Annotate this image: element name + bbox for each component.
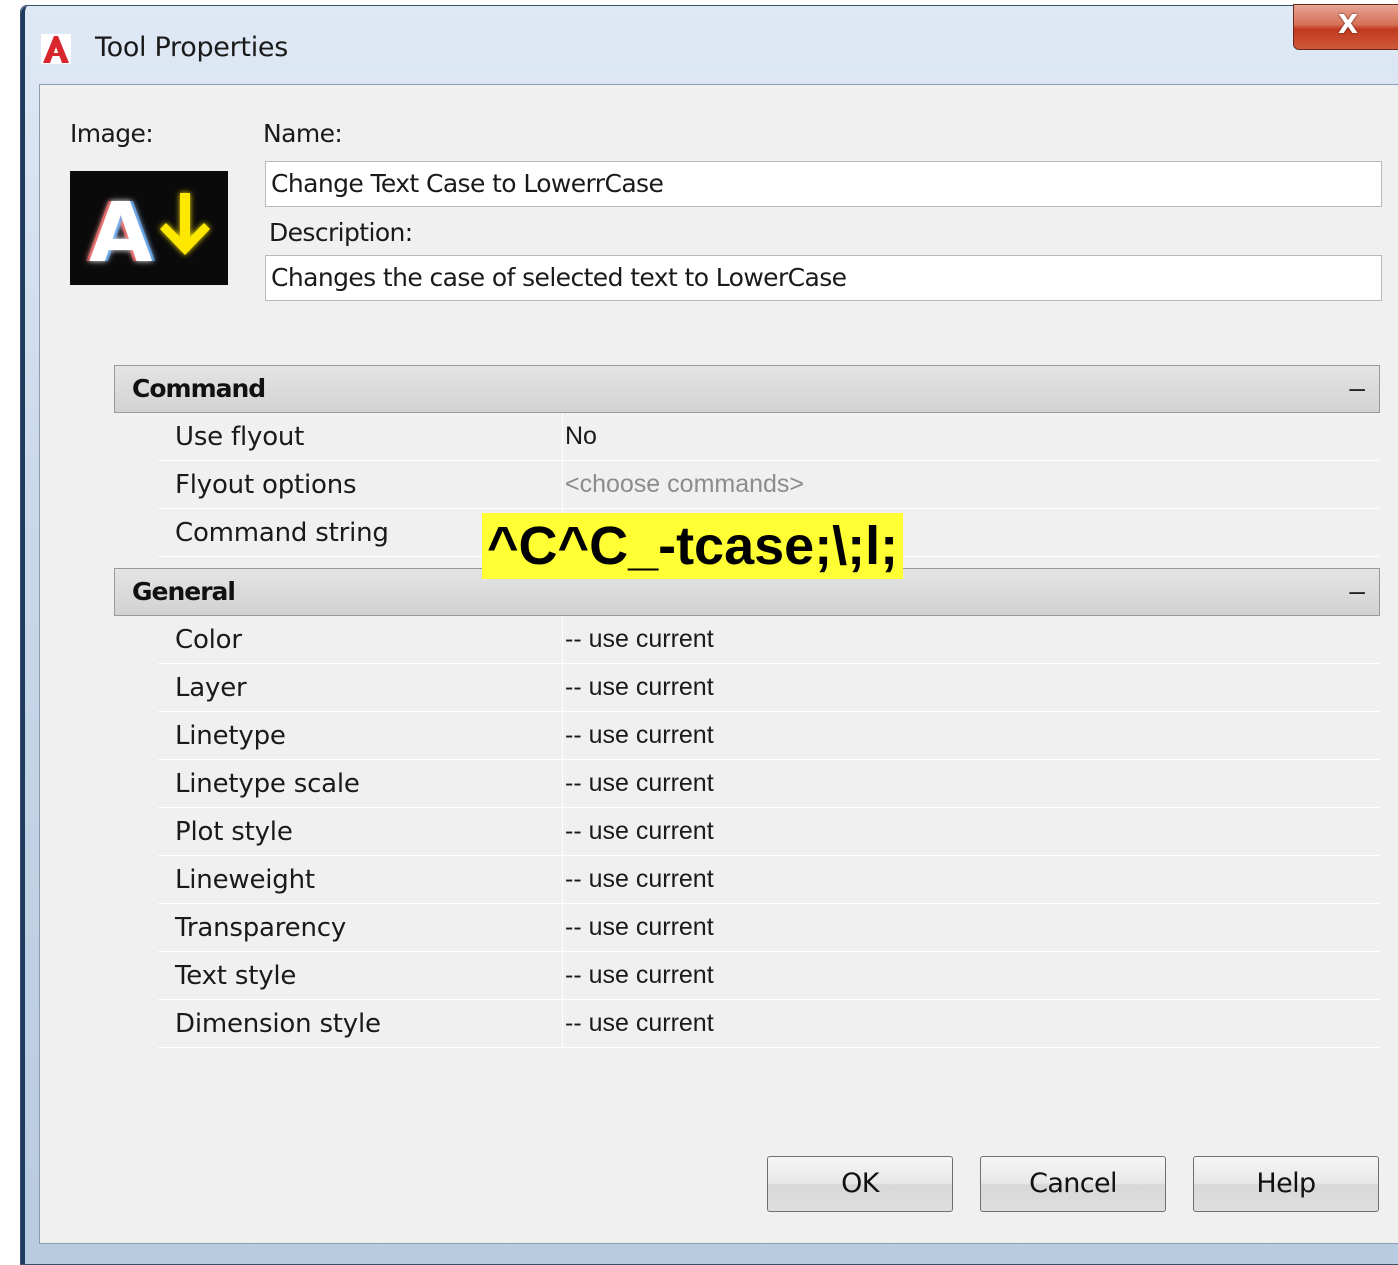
property-value[interactable]: -- use current [565, 808, 714, 856]
dialog-body: Image: Name: A A A Change Text Case to L… [39, 84, 1398, 1244]
window-title: Tool Properties [95, 32, 288, 63]
property-value[interactable]: -- use current [565, 664, 714, 712]
property-value[interactable]: -- use current [565, 760, 714, 808]
property-row[interactable]: Plot style -- use current [158, 808, 1380, 856]
ok-button[interactable]: OK [767, 1156, 953, 1212]
property-value[interactable]: -- use current [565, 904, 714, 952]
property-row[interactable]: Flyout options <choose commands> [158, 461, 1380, 509]
section-command-header[interactable]: Command – [114, 365, 1380, 413]
description-label: Description: [269, 218, 413, 247]
property-name: Text style [158, 952, 563, 1000]
property-name: Transparency [158, 904, 563, 952]
command-string-callout: ^C^C_-tcase;\;l; [482, 513, 904, 579]
cancel-button[interactable]: Cancel [980, 1156, 1166, 1212]
property-value[interactable]: -- use current [565, 616, 714, 664]
property-value[interactable]: -- use current [565, 952, 714, 1000]
text-case-down-icon: A A A [86, 186, 210, 281]
collapse-icon[interactable]: – [1349, 372, 1365, 404]
property-row[interactable]: Lineweight -- use current [158, 856, 1380, 904]
property-row[interactable]: Linetype scale -- use current [158, 760, 1380, 808]
title-bar[interactable]: Tool Properties X [21, 4, 1398, 84]
property-value[interactable]: -- use current [565, 1000, 714, 1048]
property-name: Plot style [158, 808, 563, 856]
property-row[interactable]: Layer -- use current [158, 664, 1380, 712]
description-field[interactable]: Changes the case of selected text to Low… [265, 255, 1382, 301]
property-name: Dimension style [158, 1000, 563, 1048]
dialog-window: Tool Properties X Image: Name: A A A Cha… [20, 4, 1398, 1265]
name-field[interactable]: Change Text Case to LowerrCase [265, 161, 1382, 207]
property-name: Color [158, 616, 563, 664]
property-value[interactable]: -- use current [565, 856, 714, 904]
property-row[interactable]: Transparency -- use current [158, 904, 1380, 952]
property-name: Linetype [158, 712, 563, 760]
help-button[interactable]: Help [1193, 1156, 1379, 1212]
property-value[interactable]: No [565, 413, 597, 461]
image-label: Image: [70, 119, 154, 148]
property-name: Layer [158, 664, 563, 712]
name-label: Name: [263, 119, 343, 148]
property-row[interactable]: Color -- use current [158, 616, 1380, 664]
property-row[interactable]: Text style -- use current [158, 952, 1380, 1000]
close-button[interactable]: X [1293, 4, 1398, 50]
property-name: Linetype scale [158, 760, 563, 808]
property-name: Lineweight [158, 856, 563, 904]
property-value[interactable]: <choose commands> [565, 461, 804, 509]
section-title: Command [132, 374, 266, 403]
section-title: General [132, 577, 236, 606]
property-row[interactable]: Linetype -- use current [158, 712, 1380, 760]
property-row[interactable]: Dimension style -- use current [158, 1000, 1380, 1048]
property-value[interactable]: -- use current [565, 712, 714, 760]
svg-text:A: A [89, 186, 153, 281]
collapse-icon[interactable]: – [1349, 575, 1365, 607]
tool-image-icon[interactable]: A A A [70, 171, 228, 285]
property-name: Use flyout [158, 413, 563, 461]
property-name: Flyout options [158, 461, 563, 509]
property-row[interactable]: Use flyout No [158, 413, 1380, 461]
autocad-app-icon [41, 34, 71, 64]
